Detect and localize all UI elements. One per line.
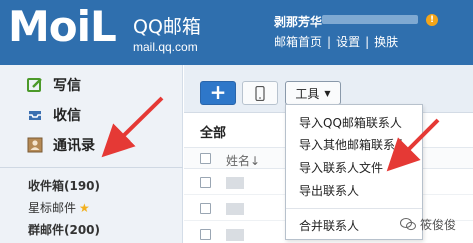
sidebar-item-compose[interactable]: 写信	[27, 75, 81, 95]
phone-icon	[255, 85, 265, 101]
sidebar-divider	[0, 167, 183, 168]
app-header: MoiL QQ邮箱 mail.qq.com 剥那芳华 ! 邮箱首页 | 设置 | 换肤	[0, 0, 473, 65]
section-title: 全部	[200, 126, 227, 141]
link-separator: |	[327, 35, 332, 49]
menu-item-merge-contacts[interactable]: 合并联系人	[299, 217, 359, 234]
header-links: 邮箱首页 | 设置 | 换肤	[274, 33, 398, 50]
menu-item-import-other-contacts[interactable]: 导入其他邮箱联系人	[299, 136, 407, 153]
user-email-redacted	[322, 15, 418, 24]
contact-name-redacted	[226, 177, 244, 189]
select-all-checkbox[interactable]	[200, 153, 211, 164]
sidebar-item-inbox[interactable]: 收信	[27, 105, 81, 125]
tools-label: 工具	[295, 86, 320, 101]
row-checkbox[interactable]	[200, 203, 211, 214]
star-icon: ★	[79, 201, 90, 215]
caret-down-icon: ▼	[324, 88, 331, 98]
row-checkbox[interactable]	[200, 229, 211, 240]
mobile-sync-button[interactable]	[242, 81, 278, 105]
column-name-sort[interactable]: 姓名↓	[226, 152, 260, 169]
link-mailbox-home[interactable]: 邮箱首页	[274, 35, 322, 49]
contacts-icon	[27, 137, 43, 153]
contact-name-redacted	[226, 203, 244, 215]
watermark-text: 筱俊俊	[420, 218, 457, 232]
sidebar-item-label: 通讯录	[53, 138, 95, 154]
link-separator: |	[365, 35, 370, 49]
add-contact-button[interactable]: +	[200, 81, 236, 105]
sidebar-item-contacts[interactable]: 通讯录	[27, 135, 95, 155]
menu-divider	[286, 208, 422, 209]
contact-name-redacted	[226, 229, 244, 241]
sidebar-item-label: 收信	[53, 108, 81, 124]
watermark: 筱俊俊	[400, 216, 456, 233]
wechat-icon	[400, 218, 416, 231]
logo-chinese-name: QQ邮箱	[133, 16, 201, 38]
logo-url: mail.qq.com	[133, 40, 198, 54]
folder-group-mail[interactable]: 群邮件(200)	[28, 221, 100, 238]
link-skin[interactable]: 换肤	[374, 35, 398, 49]
inbox-icon	[27, 107, 43, 123]
logo-wordmark: MoiL	[8, 2, 117, 51]
menu-item-import-qq-contacts[interactable]: 导入QQ邮箱联系人	[299, 114, 402, 131]
sidebar: 写信 收信 通讯录 收件箱(190) 星标邮件 ★ 群邮件(200)	[0, 65, 183, 243]
tools-dropdown-button[interactable]: 工具 ▼	[285, 81, 341, 105]
folder-starred[interactable]: 星标邮件 ★	[28, 199, 90, 216]
user-name: 剥那芳华	[274, 15, 323, 29]
sidebar-item-label: 写信	[53, 78, 81, 94]
folder-inbox[interactable]: 收件箱(190)	[28, 177, 100, 194]
link-settings[interactable]: 设置	[336, 35, 360, 49]
menu-item-export-contacts[interactable]: 导出联系人	[299, 182, 359, 199]
warning-icon[interactable]: !	[426, 14, 438, 26]
folder-label: 星标邮件	[28, 201, 77, 215]
menu-item-import-contact-file[interactable]: 导入联系人文件	[299, 159, 383, 176]
row-checkbox[interactable]	[200, 177, 211, 188]
pencil-icon	[27, 77, 43, 93]
